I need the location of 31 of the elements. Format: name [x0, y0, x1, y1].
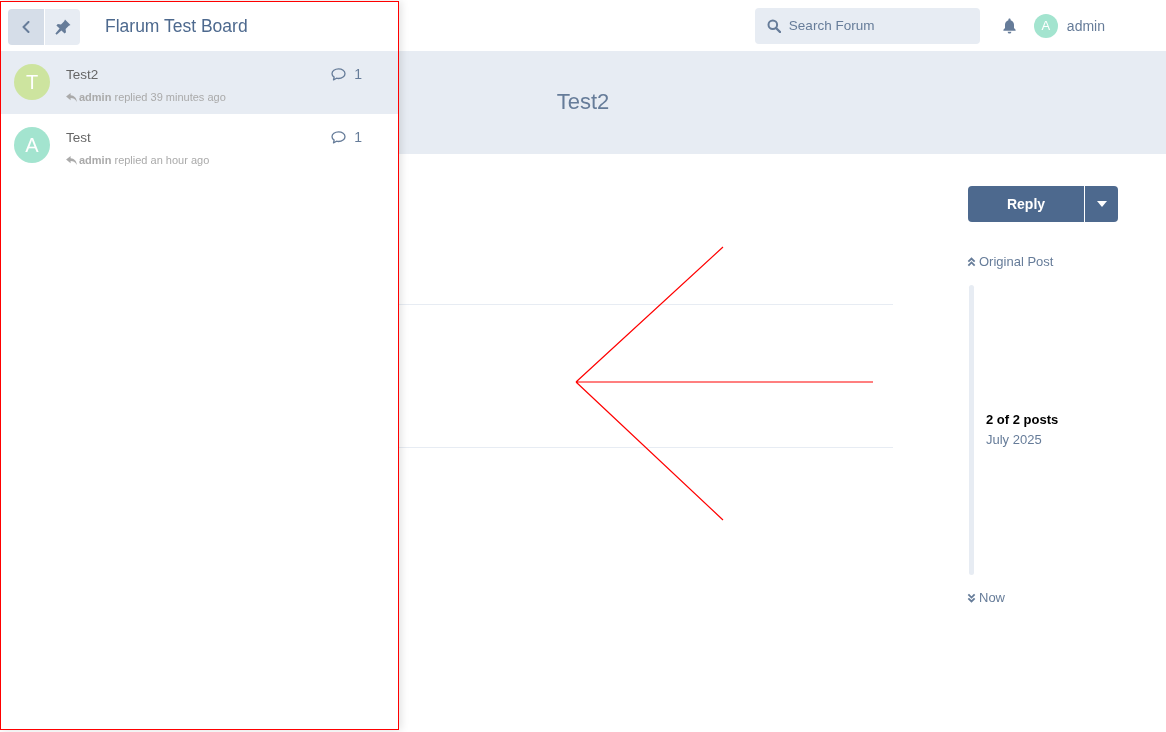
- post-position: 2 of 2 posts: [986, 411, 1059, 429]
- last-reply-text: admin replied an hour ago: [79, 153, 210, 167]
- post-date: July 2025: [986, 431, 1043, 449]
- reply-icon: [66, 155, 77, 165]
- bell-icon[interactable]: [1001, 17, 1017, 34]
- search-field[interactable]: Search Forum: [754, 7, 980, 44]
- discussion-title: Test2: [66, 66, 99, 83]
- caret-icon: [1096, 201, 1107, 207]
- pin-icon: [54, 18, 71, 35]
- comment-icon: [331, 67, 347, 81]
- reply-count: 1: [354, 66, 362, 82]
- forum-title[interactable]: Flarum Test Board: [105, 13, 248, 40]
- dropdown-toggle-button[interactable]: [1085, 186, 1118, 222]
- discussion-item[interactable]: A Test admin replied an hour ago 1: [1, 114, 398, 177]
- double-chevron-up-icon: [967, 257, 976, 267]
- last-reply-text: admin replied 39 minutes ago: [79, 90, 226, 104]
- chevron-left-icon: [22, 20, 30, 33]
- discussion-title: Test2: [556, 89, 610, 116]
- discussion-item[interactable]: T Test2 admin replied 39 minutes ago 1: [1, 51, 398, 114]
- now-link[interactable]: Now: [979, 590, 1005, 606]
- search-icon: [766, 18, 781, 33]
- scrubber-track[interactable]: [969, 285, 974, 575]
- reply-count: 1: [354, 129, 362, 145]
- discussion-title: Test: [66, 129, 91, 146]
- reply-icon: [66, 92, 77, 102]
- reply-button[interactable]: Reply: [968, 186, 1084, 222]
- pin-button[interactable]: [44, 8, 80, 45]
- username-link[interactable]: admin: [1066, 17, 1105, 35]
- comment-icon: [331, 130, 347, 144]
- original-post-link[interactable]: Original Post: [979, 254, 1054, 270]
- double-chevron-down-icon: [967, 593, 976, 603]
